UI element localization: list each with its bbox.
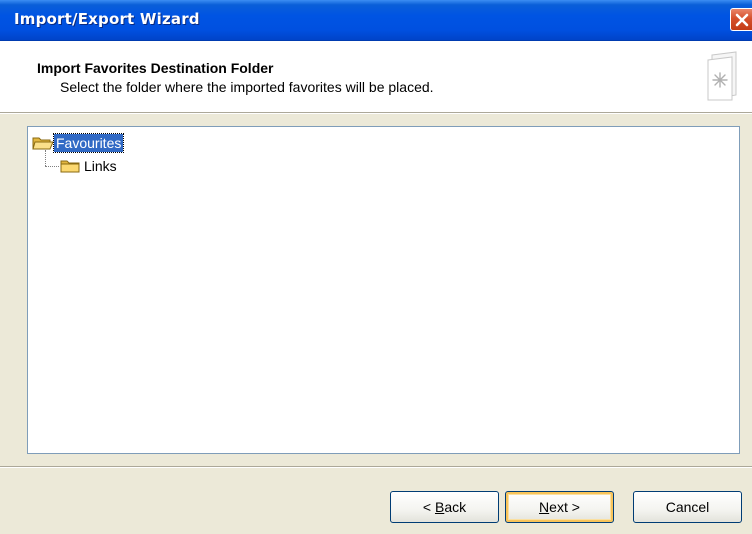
back-mnemonic: B <box>434 499 445 515</box>
close-icon <box>735 13 749 27</box>
wizard-header: Import Favorites Destination Folder Sele… <box>0 41 752 112</box>
header-title: Import Favorites Destination Folder <box>37 60 274 76</box>
tree-item-label: Links <box>84 158 117 174</box>
folder-open-icon <box>32 137 54 150</box>
next-mnemonic: N <box>539 499 550 515</box>
next-suffix: > <box>567 499 580 515</box>
back-prefix: < <box>422 499 435 515</box>
close-button[interactable] <box>730 8 752 31</box>
window-title: Import/Export Wizard <box>14 10 200 28</box>
import-export-wizard-window: Import/Export Wizard Import Favorites De… <box>0 0 752 534</box>
tree-item-links[interactable]: Links <box>60 156 119 176</box>
wizard-page-star-icon <box>707 51 737 101</box>
back-button[interactable]: < Back <box>390 491 499 523</box>
title-bar[interactable]: Import/Export Wizard <box>0 0 752 41</box>
cancel-button[interactable]: Cancel <box>633 491 742 523</box>
next-label-rest: ext <box>549 499 568 515</box>
footer-separator <box>0 466 752 468</box>
back-label-rest: ack <box>444 499 467 515</box>
next-button[interactable]: Next > <box>505 491 614 523</box>
header-subtitle: Select the folder where the imported fav… <box>60 79 434 95</box>
folder-icon <box>60 160 80 173</box>
tree-connector-line <box>45 166 59 167</box>
header-separator <box>0 112 752 114</box>
folder-tree-view[interactable]: Favourites Links <box>27 126 740 454</box>
tree-item-favourites[interactable]: Favourites <box>32 133 125 153</box>
tree-item-label: Favourites <box>52 133 125 153</box>
